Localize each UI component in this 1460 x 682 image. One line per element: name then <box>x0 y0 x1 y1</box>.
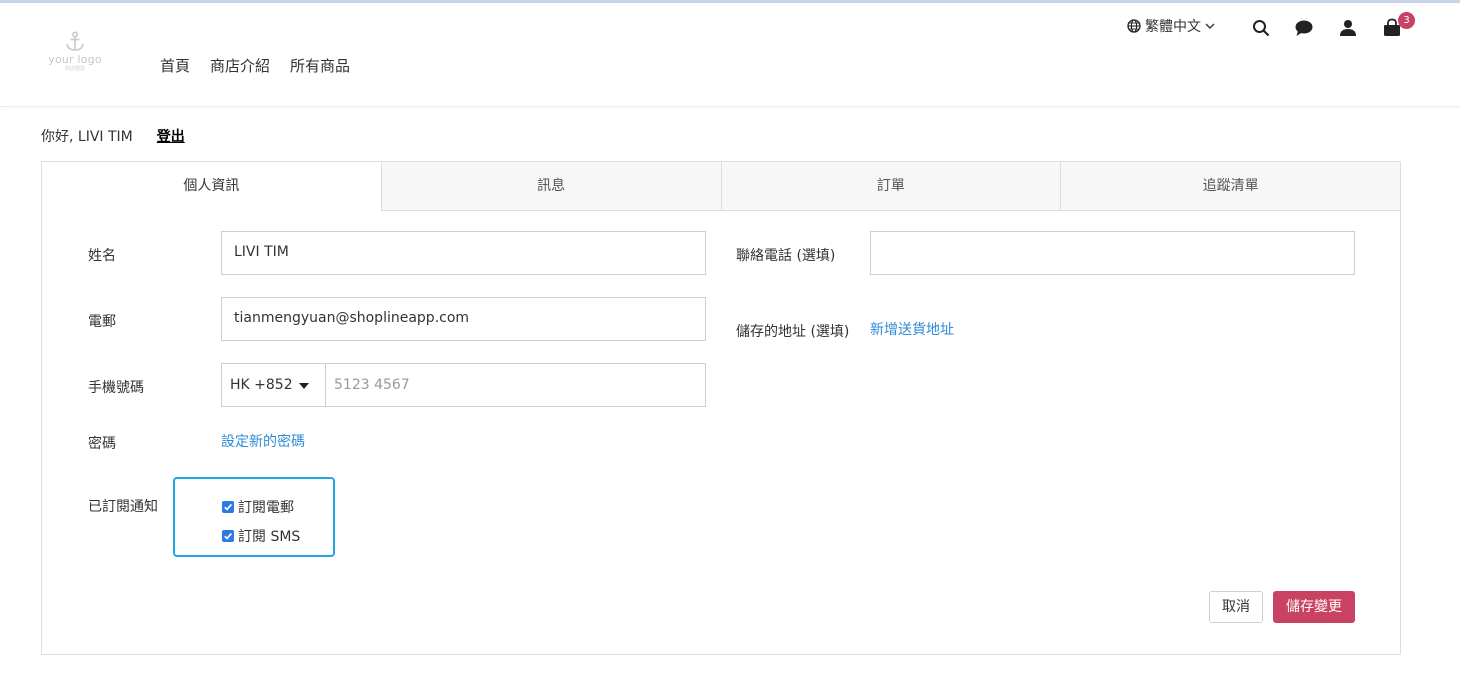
save-changes-button[interactable]: 儲存變更 <box>1273 591 1355 623</box>
chevron-down-icon <box>1205 23 1215 29</box>
globe-icon <box>1127 19 1141 33</box>
nav-item-about[interactable]: 商店介紹 <box>210 55 270 76</box>
checkmark-icon <box>224 532 233 540</box>
site-header: your logo 商店標語 首頁 商店介紹 所有商品 繁體中文 3 <box>0 3 1460 107</box>
nav-item-home[interactable]: 首頁 <box>160 55 190 76</box>
name-label: 姓名 <box>88 248 116 264</box>
subscribe-sms-option[interactable]: 訂閱 SMS <box>222 526 300 546</box>
checkmark-icon <box>224 503 233 511</box>
subscription-options: 訂閱電郵 訂閱 SMS <box>173 477 335 557</box>
name-input[interactable]: LIVI TIM <box>221 231 706 275</box>
main-nav: 首頁 商店介紹 所有商品 <box>160 55 350 76</box>
store-logo[interactable]: your logo 商店標語 <box>45 31 105 81</box>
search-icon[interactable] <box>1250 17 1272 39</box>
greeting-text: 你好, LIVI TIM <box>41 129 133 145</box>
caret-down-icon <box>299 383 309 389</box>
country-code-select[interactable]: HK +852 <box>222 364 326 406</box>
email-label: 電郵 <box>88 314 116 330</box>
tab-profile[interactable]: 個人資訊 <box>42 162 381 211</box>
logo-subtext: 商店標語 <box>64 66 85 72</box>
mobile-number-input[interactable]: 5123 4567 <box>326 364 705 406</box>
language-label: 繁體中文 <box>1145 19 1201 35</box>
mobile-label: 手機號碼 <box>88 380 144 396</box>
cart-count-badge: 3 <box>1398 12 1415 29</box>
set-password-link[interactable]: 設定新的密碼 <box>221 431 305 451</box>
subscription-label: 已訂閱通知 <box>88 499 158 515</box>
password-label: 密碼 <box>88 436 116 452</box>
logo-text: your logo <box>48 53 102 66</box>
saved-address-label: 儲存的地址 (選填) <box>736 324 850 340</box>
tab-messages[interactable]: 訊息 <box>380 162 721 211</box>
nav-item-all-products[interactable]: 所有商品 <box>290 55 350 76</box>
country-code-value: HK +852 <box>230 377 293 393</box>
subscribe-sms-label: 訂閱 SMS <box>238 529 301 545</box>
anchor-icon <box>66 31 84 51</box>
subscribe-email-option[interactable]: 訂閱電郵 <box>222 497 294 517</box>
contact-phone-label: 聯絡電話 (選填) <box>736 248 836 264</box>
chat-icon[interactable] <box>1293 17 1315 39</box>
tab-orders[interactable]: 訂單 <box>720 162 1061 211</box>
account-tabs: 個人資訊 訊息 訂單 追蹤清單 <box>42 162 1400 211</box>
greeting-bar: 你好, LIVI TIM 登出 <box>41 126 185 146</box>
email-input[interactable]: tianmengyuan@shoplineapp.com <box>221 297 706 341</box>
language-selector[interactable]: 繁體中文 <box>1127 16 1215 36</box>
user-icon[interactable] <box>1337 17 1359 39</box>
cancel-button[interactable]: 取消 <box>1209 591 1263 623</box>
subscribe-sms-checkbox[interactable] <box>222 530 234 542</box>
add-address-link[interactable]: 新增送貨地址 <box>870 319 954 339</box>
contact-phone-input[interactable] <box>870 231 1355 275</box>
account-panel: 個人資訊 訊息 訂單 追蹤清單 姓名 LIVI TIM 電郵 tianmengy… <box>41 161 1401 655</box>
logout-link[interactable]: 登出 <box>157 126 185 146</box>
mobile-phone-field: HK +852 5123 4567 <box>221 363 706 407</box>
tab-wishlist[interactable]: 追蹤清單 <box>1060 162 1400 211</box>
subscribe-email-checkbox[interactable] <box>222 501 234 513</box>
subscribe-email-label: 訂閱電郵 <box>238 500 294 516</box>
